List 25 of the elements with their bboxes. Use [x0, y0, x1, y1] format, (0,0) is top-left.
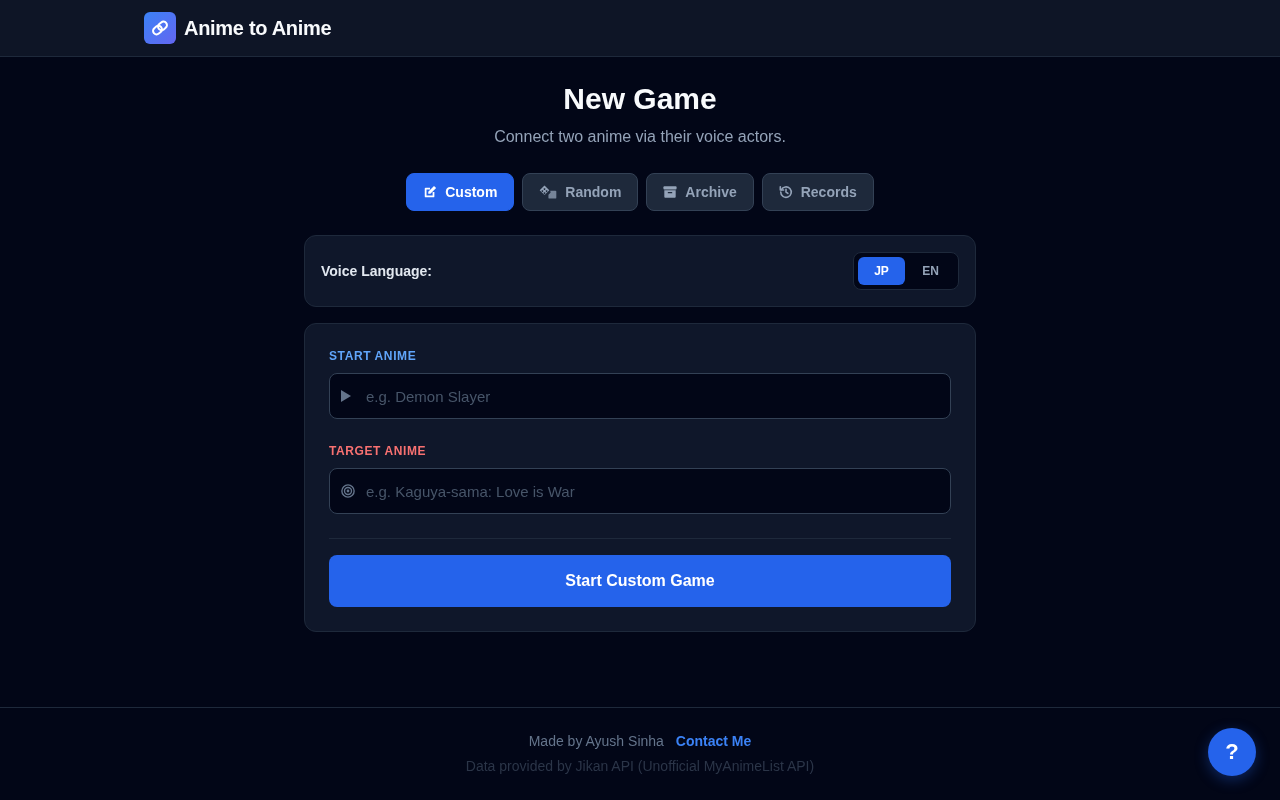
page-subtitle: Connect two anime via their voice actors. [494, 127, 786, 147]
language-option[interactable]: JP [858, 257, 905, 285]
dice-icon [539, 185, 558, 199]
chain-link-icon [144, 12, 176, 44]
page-title: New Game [563, 81, 717, 117]
field-label: START ANIME [329, 348, 417, 364]
voice-language-label: Voice Language: [321, 263, 432, 279]
target-icon [341, 484, 355, 498]
history-icon [778, 185, 793, 199]
app-title: Anime to Anime [184, 16, 332, 40]
mode-tab[interactable]: Custom [406, 173, 515, 211]
anime-search-field[interactable]: e.g. Kaguya-sama: Love is War [329, 468, 951, 514]
language-option[interactable]: EN [907, 257, 954, 285]
anime-search-field[interactable]: e.g. Demon Slayer [329, 373, 951, 419]
edit-icon [423, 185, 438, 199]
mode-tab[interactable]: Archive [646, 173, 754, 211]
credit-text: Made by Ayush Sinha [528, 732, 664, 751]
help-button[interactable]: ? [1208, 728, 1256, 776]
archive-box-icon [663, 185, 678, 199]
field-label: TARGET ANIME [329, 443, 427, 459]
play-icon [341, 390, 351, 402]
mode-tab[interactable]: Records [761, 173, 874, 211]
start-game-button[interactable]: Start Custom Game [329, 555, 951, 607]
contact-link[interactable]: Contact Me [675, 731, 752, 751]
mode-tab[interactable]: Random [522, 173, 639, 211]
